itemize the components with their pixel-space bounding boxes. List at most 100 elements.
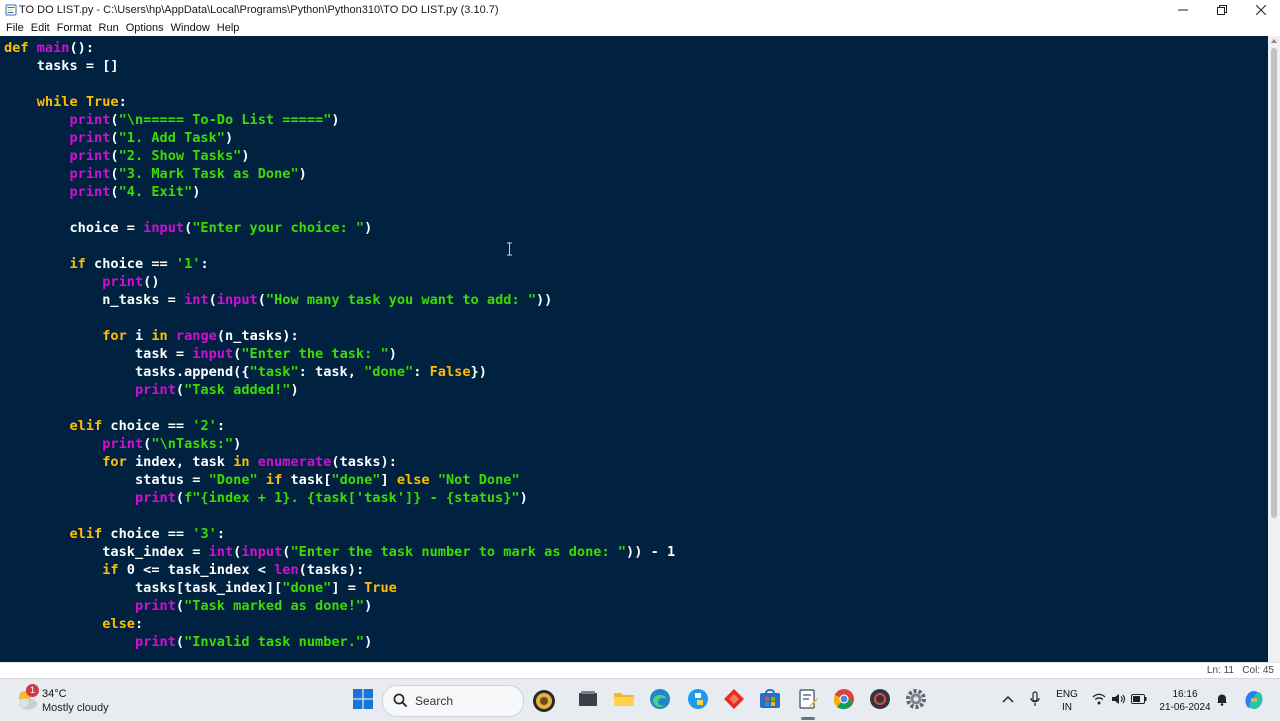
code-line[interactable]: task = input("Enter the task: "): [4, 345, 675, 363]
code-line[interactable]: ​: [4, 309, 675, 327]
volume-icon[interactable]: [1111, 693, 1125, 705]
code-editor[interactable]: def main(): tasks = []​ while True: prin…: [0, 36, 1268, 662]
code-line[interactable]: ​: [4, 75, 675, 93]
code-line[interactable]: while True:: [4, 93, 675, 111]
vertical-scrollbar[interactable]: [1268, 36, 1280, 662]
notification-badge: 1: [26, 684, 39, 697]
scroll-up-icon[interactable]: [1271, 39, 1277, 43]
code-line[interactable]: print("Task marked as done!"): [4, 597, 675, 615]
start-button[interactable]: [351, 687, 375, 711]
menu-bar: File Edit Format Run Options Window Help: [0, 20, 1280, 36]
minimize-icon: [1177, 9, 1188, 11]
weather-temperature: 34°C: [42, 688, 67, 700]
menu-edit[interactable]: Edit: [31, 22, 50, 34]
taskbar-store[interactable]: [758, 687, 782, 711]
code-line[interactable]: if choice == '1':: [4, 255, 675, 273]
code-line[interactable]: ​: [4, 399, 675, 417]
status-bar: Ln: 11 Col: 45: [0, 662, 1280, 679]
taskbar-python[interactable]: [686, 687, 710, 711]
microphone-icon[interactable]: [1030, 691, 1040, 707]
code-line[interactable]: print("\n===== To-Do List ====="): [4, 111, 675, 129]
code-line[interactable]: task_index = int(input("Enter the task n…: [4, 543, 675, 561]
taskbar-file-explorer[interactable]: [612, 687, 636, 711]
code-line[interactable]: else:: [4, 615, 675, 633]
taskbar-chrome[interactable]: [832, 687, 856, 711]
menu-format[interactable]: Format: [57, 22, 92, 34]
code-line[interactable]: print("3. Mark Task as Done"): [4, 165, 675, 183]
code-line[interactable]: print("\nTasks:"): [4, 435, 675, 453]
folder-icon: [614, 693, 634, 706]
edge-browser-icon: [650, 689, 670, 709]
code-text[interactable]: def main(): tasks = []​ while True: prin…: [4, 39, 675, 651]
taskbar: 1 34°C Mostly cloudy Search ENG IN 16:16…: [0, 678, 1280, 721]
code-line[interactable]: tasks = []: [4, 57, 675, 75]
window-controls: [1163, 0, 1280, 20]
code-line[interactable]: tasks[task_index]["done"] = True: [4, 579, 675, 597]
taskbar-app-dark[interactable]: [868, 687, 892, 711]
menu-options[interactable]: Options: [126, 22, 164, 34]
code-line[interactable]: ​: [4, 507, 675, 525]
copilot-icon[interactable]: [1242, 688, 1266, 712]
wifi-icon[interactable]: [1092, 693, 1106, 705]
code-line[interactable]: elif choice == '3':: [4, 525, 675, 543]
restore-button[interactable]: [1202, 0, 1241, 20]
menu-file[interactable]: File: [6, 22, 24, 34]
code-line[interactable]: n_tasks = int(input("How many task you w…: [4, 291, 675, 309]
python-idle-icon: [5, 4, 17, 16]
code-line[interactable]: print("2. Show Tasks"): [4, 147, 675, 165]
weather-description: Mostly cloudy: [42, 702, 109, 714]
search-highlight-icon: [533, 690, 555, 712]
language-code: ENG: [1056, 689, 1078, 700]
taskbar-edge[interactable]: [648, 687, 672, 711]
weather-widget[interactable]: 1 34°C Mostly cloudy: [14, 684, 134, 717]
cursor-position: Ln: 11 Col: 45: [1206, 665, 1274, 676]
text-cursor-icon: [507, 242, 512, 256]
code-line[interactable]: for index, task in enumerate(tasks):: [4, 453, 675, 471]
clock-date: 21-06-2024: [1159, 702, 1211, 713]
code-line[interactable]: print("Invalid task number."): [4, 633, 675, 651]
minimize-button[interactable]: [1163, 0, 1202, 20]
code-line[interactable]: ​: [4, 237, 675, 255]
code-line[interactable]: for i in range(n_tasks):: [4, 327, 675, 345]
code-line[interactable]: status = "Done" if task["done"] else "No…: [4, 471, 675, 489]
code-line[interactable]: print("4. Exit"): [4, 183, 675, 201]
taskbar-idle[interactable]: [796, 687, 820, 711]
close-button[interactable]: [1241, 0, 1280, 20]
region-code: IN: [1062, 702, 1072, 713]
code-line[interactable]: tasks.append({"task": task, "done": Fals…: [4, 363, 675, 381]
notification-bell-icon[interactable]: [1216, 693, 1228, 706]
dark-app-icon: [870, 689, 890, 709]
clock[interactable]: 16:16 21-06-2024: [1156, 688, 1214, 714]
menu-window[interactable]: Window: [171, 22, 210, 34]
code-line[interactable]: elif choice == '2':: [4, 417, 675, 435]
code-line[interactable]: print("1. Add Task"): [4, 129, 675, 147]
close-icon: [1255, 5, 1266, 15]
menu-help[interactable]: Help: [217, 22, 240, 34]
gear-icon: [906, 689, 926, 709]
code-line[interactable]: if 0 <= task_index < len(tasks):: [4, 561, 675, 579]
code-line[interactable]: print(): [4, 273, 675, 291]
battery-icon[interactable]: [1131, 694, 1147, 704]
language-indicator[interactable]: ENG IN: [1054, 688, 1080, 714]
clock-time: 16:16: [1172, 689, 1198, 700]
code-line[interactable]: def main():: [4, 39, 675, 57]
taskbar-settings[interactable]: [904, 687, 928, 711]
python-icon: [688, 689, 708, 709]
code-line[interactable]: choice = input("Enter your choice: "): [4, 219, 675, 237]
restore-icon: [1216, 5, 1227, 15]
menu-run[interactable]: Run: [99, 22, 119, 34]
chevron-up-icon[interactable]: [1002, 695, 1014, 703]
title-bar: TO DO LIST.py - C:\Users\hp\AppData\Loca…: [0, 0, 1280, 20]
code-line[interactable]: ​: [4, 201, 675, 219]
taskbar-search[interactable]: Search: [382, 685, 555, 717]
search-icon: [393, 693, 408, 708]
code-line[interactable]: print(f"{index + 1}. {task['task']} - {s…: [4, 489, 675, 507]
taskbar-task-view[interactable]: [576, 687, 600, 711]
code-line[interactable]: print("Task added!"): [4, 381, 675, 399]
taskbar-app-red[interactable]: [722, 687, 746, 711]
red-diamond-icon: [724, 689, 744, 709]
chrome-icon: [833, 689, 854, 710]
scroll-thumb[interactable]: [1271, 48, 1277, 518]
idle-editor-icon: [799, 689, 818, 709]
search-label: Search: [415, 694, 454, 708]
